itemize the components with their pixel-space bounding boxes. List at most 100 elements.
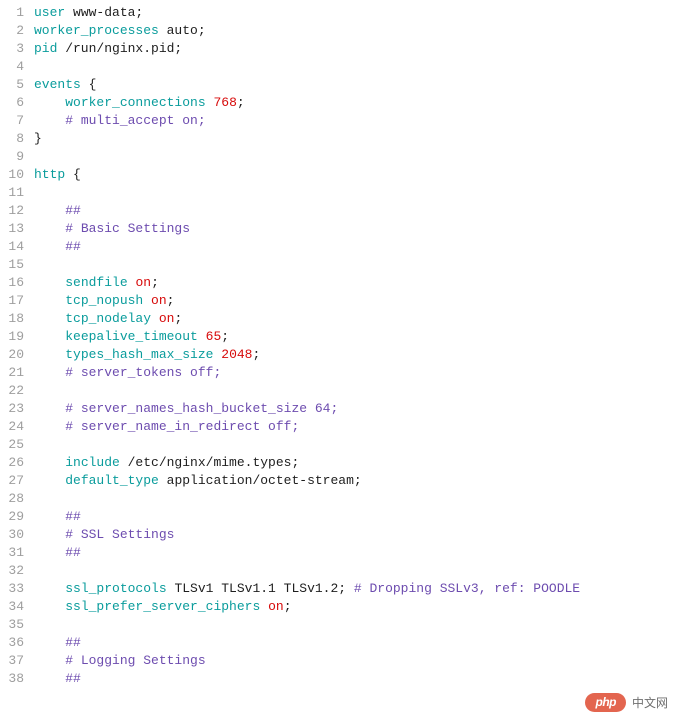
code-line: 20 types_hash_max_size 2048;	[0, 346, 674, 364]
code-line: 5events {	[0, 76, 674, 94]
line-number: 26	[0, 454, 34, 472]
token-comment: ##	[65, 671, 81, 686]
code-line: 24 # server_name_in_redirect off;	[0, 418, 674, 436]
token-keyword: worker_processes	[34, 23, 159, 38]
line-number: 9	[0, 148, 34, 166]
line-number: 15	[0, 256, 34, 274]
line-number: 1	[0, 4, 34, 22]
code-line: 14 ##	[0, 238, 674, 256]
code-line: 22	[0, 382, 674, 400]
token-plain	[34, 527, 65, 542]
token-keyword: ssl_protocols	[65, 581, 166, 596]
token-value: 65	[206, 329, 222, 344]
line-number: 5	[0, 76, 34, 94]
line-number: 7	[0, 112, 34, 130]
token-plain: ;	[221, 329, 229, 344]
token-plain: ;	[151, 275, 159, 290]
line-content: pid /run/nginx.pid;	[34, 40, 182, 58]
line-number: 33	[0, 580, 34, 598]
token-plain: ;	[174, 311, 182, 326]
line-number: 17	[0, 292, 34, 310]
token-plain: ;	[237, 95, 245, 110]
line-content: worker_processes auto;	[34, 22, 206, 40]
token-comment: ##	[65, 545, 81, 560]
line-number: 25	[0, 436, 34, 454]
token-plain	[34, 95, 65, 110]
token-plain	[34, 581, 65, 596]
watermark-logo-main: php	[595, 695, 616, 709]
code-block: 1user www-data;2worker_processes auto;3p…	[0, 0, 674, 718]
token-keyword: worker_connections	[65, 95, 205, 110]
code-line: 23 # server_names_hash_bucket_size 64;	[0, 400, 674, 418]
line-number: 10	[0, 166, 34, 184]
token-keyword: http	[34, 167, 65, 182]
line-content: default_type application/octet-stream;	[34, 472, 362, 490]
token-keyword: events	[34, 77, 81, 92]
watermark: php 中文网	[585, 693, 668, 712]
line-number: 13	[0, 220, 34, 238]
code-line: 34 ssl_prefer_server_ciphers on;	[0, 598, 674, 616]
code-line: 7 # multi_accept on;	[0, 112, 674, 130]
token-plain	[34, 509, 65, 524]
code-line: 12 ##	[0, 202, 674, 220]
line-content: # multi_accept on;	[34, 112, 206, 130]
watermark-logo: php	[585, 693, 626, 712]
line-content: ##	[34, 544, 81, 562]
line-content: types_hash_max_size 2048;	[34, 346, 260, 364]
line-content: # server_names_hash_bucket_size 64;	[34, 400, 338, 418]
code-line: 11	[0, 184, 674, 202]
line-number: 30	[0, 526, 34, 544]
line-number: 6	[0, 94, 34, 112]
token-value: on	[159, 311, 175, 326]
line-number: 4	[0, 58, 34, 76]
line-content: ##	[34, 634, 81, 652]
line-number: 34	[0, 598, 34, 616]
code-line: 37 # Logging Settings	[0, 652, 674, 670]
token-comment: # Basic Settings	[65, 221, 190, 236]
line-content: }	[34, 130, 42, 148]
line-number: 18	[0, 310, 34, 328]
token-plain: TLSv1 TLSv1.1 TLSv1.2;	[167, 581, 354, 596]
token-plain: ;	[167, 293, 175, 308]
token-plain	[198, 329, 206, 344]
code-line: 33 ssl_protocols TLSv1 TLSv1.1 TLSv1.2; …	[0, 580, 674, 598]
token-comment: ##	[65, 509, 81, 524]
token-keyword: sendfile	[65, 275, 127, 290]
line-content: user www-data;	[34, 4, 143, 22]
token-plain	[34, 293, 65, 308]
code-line: 3pid /run/nginx.pid;	[0, 40, 674, 58]
line-number: 27	[0, 472, 34, 490]
line-content: ssl_prefer_server_ciphers on;	[34, 598, 292, 616]
code-line: 16 sendfile on;	[0, 274, 674, 292]
token-comment: # multi_accept on;	[65, 113, 205, 128]
token-plain	[34, 401, 65, 416]
code-line: 38 ##	[0, 670, 674, 688]
code-line: 4	[0, 58, 674, 76]
token-plain: /run/nginx.pid;	[57, 41, 182, 56]
line-content: tcp_nodelay on;	[34, 310, 182, 328]
token-plain	[260, 599, 268, 614]
token-plain	[151, 311, 159, 326]
code-line: 21 # server_tokens off;	[0, 364, 674, 382]
token-plain	[34, 275, 65, 290]
code-line: 1user www-data;	[0, 4, 674, 22]
token-plain: {	[81, 77, 97, 92]
code-line: 18 tcp_nodelay on;	[0, 310, 674, 328]
line-number: 23	[0, 400, 34, 418]
line-number: 38	[0, 670, 34, 688]
line-number: 14	[0, 238, 34, 256]
line-number: 22	[0, 382, 34, 400]
code-line: 36 ##	[0, 634, 674, 652]
line-number: 37	[0, 652, 34, 670]
code-line: 28	[0, 490, 674, 508]
token-keyword: include	[65, 455, 120, 470]
line-content: tcp_nopush on;	[34, 292, 174, 310]
line-content: ##	[34, 202, 81, 220]
token-plain	[34, 365, 65, 380]
token-comment: ##	[65, 203, 81, 218]
code-line: 30 # SSL Settings	[0, 526, 674, 544]
line-content: http {	[34, 166, 81, 184]
line-content: ssl_protocols TLSv1 TLSv1.1 TLSv1.2; # D…	[34, 580, 580, 598]
token-plain	[34, 635, 65, 650]
code-line: 6 worker_connections 768;	[0, 94, 674, 112]
